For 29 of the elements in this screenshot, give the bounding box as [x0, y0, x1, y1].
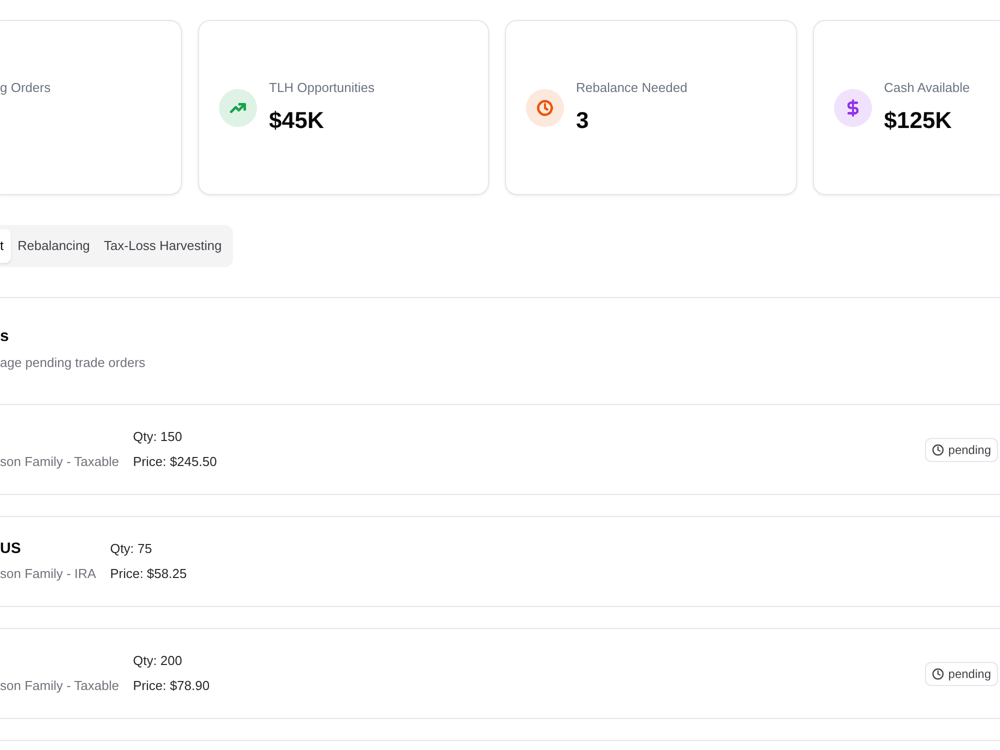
order-price: Price: $58.25	[110, 565, 187, 583]
panel-title: s	[0, 327, 9, 347]
clock-icon	[932, 668, 944, 680]
dollar-sign-icon	[834, 88, 872, 126]
status-label: pending	[948, 442, 991, 458]
order-price: Price: $78.90	[132, 677, 210, 695]
stat-label: Cash Available	[884, 80, 970, 96]
stat-label: g Orders	[0, 80, 51, 96]
clock-icon	[526, 88, 564, 126]
stat-label: Rebalance Needed	[576, 80, 688, 96]
trending-up-icon	[219, 88, 257, 126]
order-quantity: Qty: 75	[110, 540, 153, 558]
panel-subtitle: age pending trade orders	[0, 354, 146, 372]
stat-value: 3	[576, 106, 590, 135]
clock-icon	[932, 444, 944, 456]
account-name: son Family - IRA	[0, 565, 96, 583]
tab[interactable]: Tax-Loss Harvesting	[96, 229, 229, 263]
order-quantity: Qty: 150	[132, 428, 184, 446]
tab[interactable]: t	[0, 229, 11, 263]
order-price: Price: $245.50	[132, 453, 217, 471]
stat-value: $125K	[884, 106, 953, 135]
status-label: pending	[948, 666, 991, 682]
stat-label: TLH Opportunities	[269, 80, 374, 96]
order-quantity: Qty: 200	[132, 652, 184, 670]
account-name: son Family - Taxable	[0, 453, 119, 471]
account-name: son Family - Taxable	[0, 677, 119, 695]
stat-value: $45K	[269, 106, 325, 135]
tab[interactable]: Rebalancing	[10, 229, 97, 263]
ticker-symbol: US	[0, 539, 22, 559]
